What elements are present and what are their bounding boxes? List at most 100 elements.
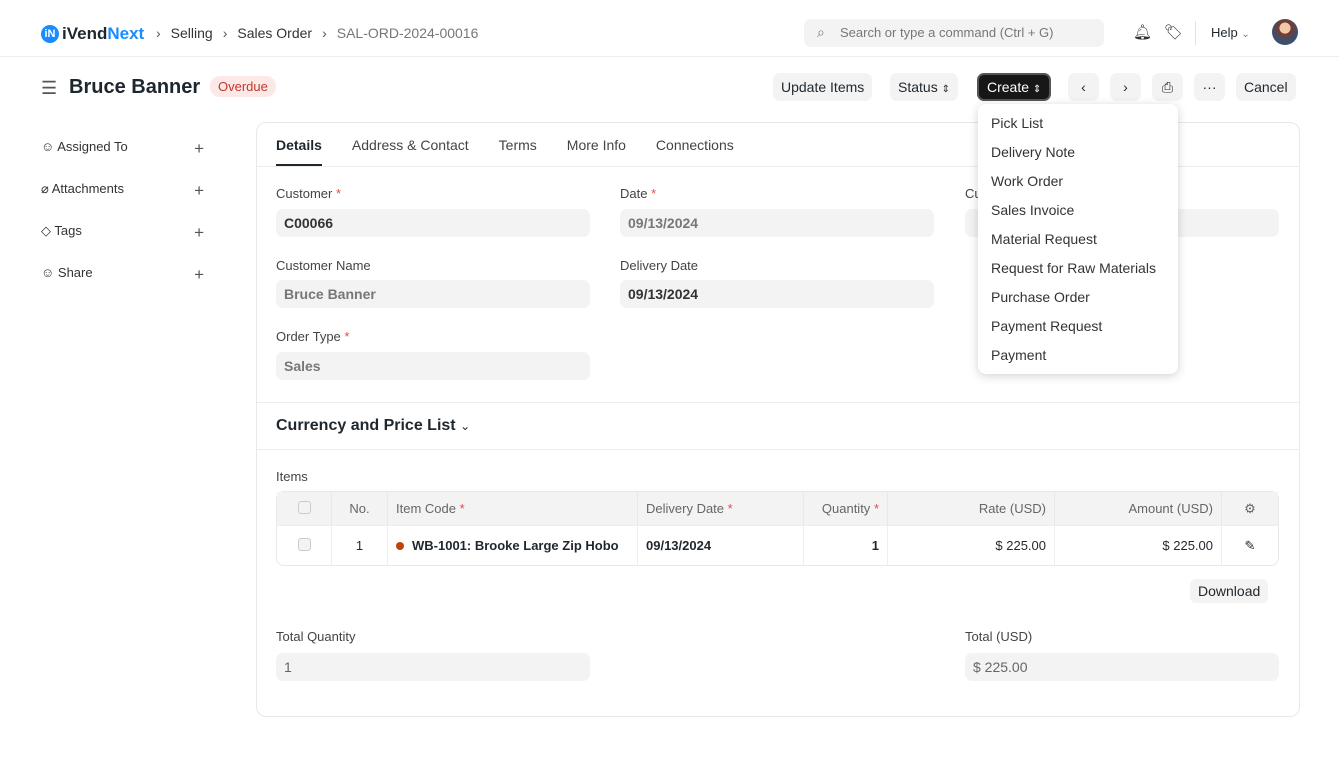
logo-text: iVend <box>62 24 108 43</box>
chevron-updown-icon: ⇕ <box>1032 84 1042 95</box>
tag-icon: ◇ <box>41 223 51 238</box>
customer-name-label: Customer Name <box>276 258 371 273</box>
menu-item-purchase-order[interactable]: Purchase Order <box>978 283 1178 312</box>
next-button[interactable]: › <box>1110 73 1141 101</box>
plus-icon[interactable]: + <box>194 181 204 201</box>
row-quantity[interactable]: 1 <box>804 525 888 565</box>
divider <box>257 402 1299 403</box>
total-field: $ 225.00 <box>965 653 1279 681</box>
tab-bar: Details Address & Contact Terms More Inf… <box>276 137 734 166</box>
plus-icon[interactable]: + <box>194 265 204 285</box>
order-type-label: Order Type * <box>276 329 350 344</box>
user-icon: ☺ <box>41 139 55 154</box>
tab-terms[interactable]: Terms <box>499 137 537 166</box>
menu-item-payment[interactable]: Payment <box>978 341 1178 370</box>
cancel-button[interactable]: Cancel <box>1236 73 1296 101</box>
search-input[interactable]: ⌕ Search or type a command (Ctrl + G) <box>804 19 1104 47</box>
col-amount: Amount (USD) <box>1055 492 1222 525</box>
breadcrumb-sales-order[interactable]: Sales Order <box>237 25 312 41</box>
total-quantity-label: Total Quantity <box>276 629 356 644</box>
divider <box>1195 21 1196 45</box>
create-dropdown-menu: Pick List Delivery Note Work Order Sales… <box>978 104 1178 374</box>
print-button[interactable]: ⎙ <box>1152 73 1183 101</box>
table-row[interactable]: 1 WB-1001: Brooke Large Zip Hobo 09/13/2… <box>277 525 1278 565</box>
search-placeholder: Search or type a command (Ctrl + G) <box>840 25 1054 40</box>
sidebar-label: Assigned To <box>57 139 128 154</box>
logo-icon: iN <box>41 25 59 43</box>
bell-icon[interactable]: 🔔︎ <box>1133 23 1152 41</box>
chevron-right-icon: › <box>222 25 228 41</box>
tab-connections[interactable]: Connections <box>656 137 734 166</box>
logo-text-suffix: Next <box>107 24 145 43</box>
status-dot <box>396 542 404 550</box>
chevron-down-icon: ⌄ <box>460 419 471 433</box>
chevron-down-icon: ⌄ <box>1241 29 1250 40</box>
sidebar-item-attachments[interactable]: ⌀ Attachments + <box>41 181 204 201</box>
printer-icon: ⎙ <box>1161 79 1174 95</box>
breadcrumb-current: SAL-ORD-2024-00016 <box>336 25 479 41</box>
tab-details[interactable]: Details <box>276 137 322 166</box>
date-field[interactable]: 09/13/2024 <box>620 209 934 237</box>
menu-item-material-request[interactable]: Material Request <box>978 225 1178 254</box>
sidebar-label: Attachments <box>51 181 124 196</box>
hamburger-icon[interactable]: ☰ <box>41 78 57 99</box>
customer-name-field[interactable]: Bruce Banner <box>276 280 590 308</box>
menu-item-pick-list[interactable]: Pick List <box>978 109 1178 138</box>
edit-icon[interactable]: ✎ <box>1222 525 1278 565</box>
more-button[interactable]: ··· <box>1194 73 1225 101</box>
paperclip-icon: ⌀ <box>41 181 49 196</box>
top-navbar: iN iVend Next › Selling › Sales Order › SAL-O… <box>0 0 1339 57</box>
sidebar-item-tags[interactable]: ◇ Tags + <box>41 223 204 243</box>
menu-item-delivery-note[interactable]: Delivery Note <box>978 138 1178 167</box>
help-menu[interactable]: Help ⌄ <box>1211 25 1250 40</box>
total-label: Total (USD) <box>965 629 1033 644</box>
table-header: No. Item Code * Delivery Date * Quantity… <box>277 492 1278 525</box>
breadcrumb: › Selling › Sales Order › SAL-ORD-2024-0001… <box>156 25 478 41</box>
chevron-updown-icon: ⇕ <box>941 84 950 95</box>
delivery-date-label: Delivery Date <box>620 258 699 273</box>
sidebar-item-share[interactable]: ☺ Share + <box>41 265 204 285</box>
chevron-left-icon: ‹ <box>1081 79 1086 95</box>
col-no: No. <box>332 492 388 525</box>
select-all-checkbox[interactable] <box>297 500 311 514</box>
menu-item-payment-request[interactable]: Payment Request <box>978 312 1178 341</box>
menu-item-work-order[interactable]: Work Order <box>978 167 1178 196</box>
row-item-code[interactable]: WB-1001: Brooke Large Zip Hobo <box>388 525 638 565</box>
chevron-right-icon: › <box>322 25 327 41</box>
row-rate[interactable]: $ 225.00 <box>888 525 1055 565</box>
update-items-button[interactable]: Update Items <box>773 73 873 101</box>
row-checkbox[interactable] <box>297 537 311 551</box>
tab-address-contact[interactable]: Address & Contact <box>352 137 469 166</box>
gear-icon[interactable]: ⚙ <box>1222 492 1278 525</box>
currency-section-toggle[interactable]: Currency and Price List ⌄ <box>276 417 470 435</box>
items-label: Items <box>276 469 308 484</box>
customer-field[interactable]: C00066 <box>276 209 590 237</box>
page-title: Bruce Banner <box>69 76 201 98</box>
plus-icon[interactable]: + <box>194 223 204 243</box>
row-amount: $ 225.00 <box>1055 525 1222 565</box>
tab-more-info[interactable]: More Info <box>567 137 626 166</box>
create-label: Create <box>987 79 1030 95</box>
app-logo[interactable]: iN iVend Next <box>41 24 144 44</box>
date-label: Date * <box>620 186 657 201</box>
items-table: No. Item Code * Delivery Date * Quantity… <box>276 491 1279 566</box>
menu-item-request-raw-materials[interactable]: Request for Raw Materials <box>978 254 1178 283</box>
breadcrumb-selling[interactable]: Selling <box>171 25 213 41</box>
row-no: 1 <box>332 525 388 565</box>
avatar[interactable] <box>1272 19 1298 45</box>
row-delivery-date[interactable]: 09/13/2024 <box>638 525 804 565</box>
menu-item-sales-invoice[interactable]: Sales Invoice <box>978 196 1178 225</box>
create-button[interactable]: Create ⇕ <box>977 73 1052 101</box>
col-item-code: Item Code * <box>388 492 638 525</box>
section-title: Currency and Price List <box>276 417 456 434</box>
previous-button[interactable]: ‹ <box>1068 73 1099 101</box>
status-button[interactable]: Status ⇕ <box>890 73 958 101</box>
sidebar-label: Share <box>57 265 93 280</box>
order-type-field[interactable]: Sales <box>276 352 590 380</box>
customer-label: Customer * <box>276 186 342 201</box>
sidebar-item-assigned-to[interactable]: ☺ Assigned To + <box>41 139 204 159</box>
download-button[interactable]: Download <box>1190 579 1269 603</box>
tag-icon[interactable]: 🏷︎ <box>1164 23 1183 41</box>
plus-icon[interactable]: + <box>194 139 204 159</box>
delivery-date-field[interactable]: 09/13/2024 <box>620 280 934 308</box>
